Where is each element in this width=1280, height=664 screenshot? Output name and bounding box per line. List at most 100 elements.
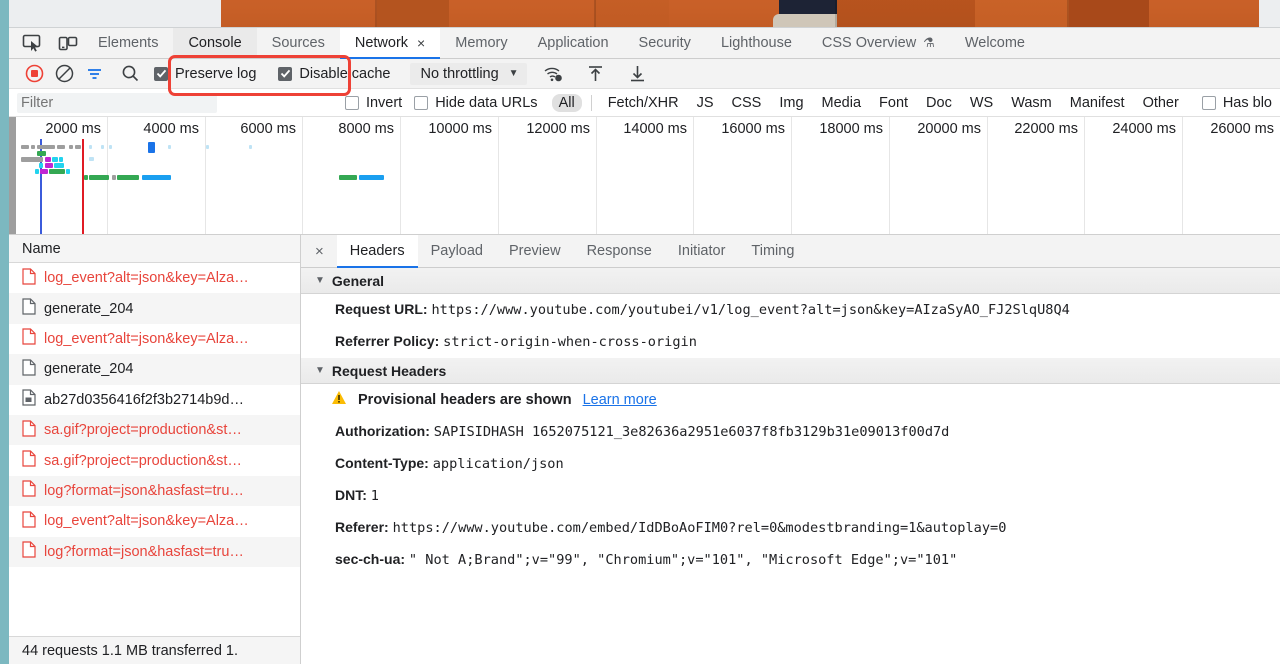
network-toolbar: Preserve log Disable cache No throttling… xyxy=(9,55,1280,96)
tab-security[interactable]: Security xyxy=(624,28,706,58)
request-row[interactable]: generate_204 xyxy=(9,293,300,324)
invert-checkbox[interactable]: Invert xyxy=(344,95,402,111)
timeline-tick-label: 2000 ms xyxy=(45,121,101,137)
timeline-request-bar xyxy=(89,157,94,161)
filter-input[interactable] xyxy=(17,92,217,113)
detail-tab-payload[interactable]: Payload xyxy=(418,235,496,267)
devtools-tab-bar: Elements Console Sources Network × Memory Appl… xyxy=(9,28,1280,59)
timeline-tick-label: 22000 ms xyxy=(1014,121,1078,137)
request-row[interactable]: log_event?alt=json&key=Alza… xyxy=(9,263,300,293)
device-toolbar-icon[interactable] xyxy=(57,32,79,54)
filter-type-doc[interactable]: Doc xyxy=(919,94,959,112)
filter-type-all[interactable]: All xyxy=(551,93,582,112)
timeline-request-bar xyxy=(54,163,64,168)
filter-type-manifest[interactable]: Manifest xyxy=(1063,94,1132,112)
record-button[interactable] xyxy=(19,61,49,87)
inspect-element-icon[interactable] xyxy=(21,32,43,54)
filter-type-img[interactable]: Img xyxy=(772,94,810,112)
search-button[interactable] xyxy=(115,61,145,87)
preserve-log-checkbox[interactable]: Preserve log xyxy=(154,66,256,82)
filter-type-font[interactable]: Font xyxy=(872,94,915,112)
request-row[interactable]: log?format=json&hasfast=tru… xyxy=(9,536,300,567)
invert-check-box[interactable] xyxy=(344,95,359,110)
section-header[interactable]: ▼ Request Headers xyxy=(301,358,1280,384)
header-key: Referrer Policy: xyxy=(335,333,444,349)
has-blocked-check-box[interactable] xyxy=(1201,95,1216,110)
tab-network[interactable]: Network × xyxy=(339,28,441,59)
close-detail-icon[interactable]: × xyxy=(301,235,337,267)
tab-label: Console xyxy=(188,35,242,51)
network-overview-timeline[interactable]: 2000 ms 4000 ms 6000 ms 8000 ms 10000 ms 1200… xyxy=(9,117,1280,235)
clear-button[interactable] xyxy=(49,61,79,87)
request-name: ab27d0356416f2f3b2714b9d… xyxy=(44,391,244,408)
document-icon xyxy=(22,298,36,319)
tab-console[interactable]: Console xyxy=(173,28,257,58)
filter-type-other[interactable]: Other xyxy=(1136,94,1186,112)
tab-memory[interactable]: Memory xyxy=(440,28,522,58)
name-column-header[interactable]: Name xyxy=(9,235,300,263)
learn-more-link[interactable]: Learn more xyxy=(583,392,657,408)
timeline-request-bar xyxy=(117,175,139,180)
request-row[interactable]: sa.gif?project=production&st… xyxy=(9,414,300,446)
filter-type-wasm[interactable]: Wasm xyxy=(1004,94,1059,112)
warning-text: Provisional headers are shown xyxy=(358,392,572,408)
overview-scroll-handle[interactable] xyxy=(9,117,16,234)
hide-data-urls-checkbox[interactable]: Hide data URLs xyxy=(414,95,538,111)
detail-tab-headers[interactable]: Headers xyxy=(336,235,418,268)
document-icon xyxy=(22,480,36,501)
request-row[interactable]: log?format=json&hasfast=tru… xyxy=(9,475,300,507)
timeline-request-bar xyxy=(37,145,55,149)
request-row[interactable]: sa.gif?project=production&st… xyxy=(9,445,300,475)
tab-elements[interactable]: Elements xyxy=(83,28,173,58)
request-detail-pane: × Headers Payload Preview Response Initiator… xyxy=(301,235,1280,664)
section-header[interactable]: ▼ General xyxy=(301,268,1280,294)
detail-tab-preview[interactable]: Preview xyxy=(496,235,574,267)
detail-tab-timing[interactable]: Timing xyxy=(738,235,807,267)
filter-type-ws[interactable]: WS xyxy=(963,94,1000,112)
filter-button[interactable] xyxy=(79,61,109,87)
chevron-down-icon: ▼ xyxy=(315,365,325,376)
throttling-value: No throttling xyxy=(420,65,499,82)
timeline-request-bar xyxy=(109,145,112,149)
header-value: https://www.youtube.com/embed/IdDBoAoFIM… xyxy=(392,520,1007,536)
export-har-icon[interactable] xyxy=(623,61,653,87)
tab-application[interactable]: Application xyxy=(523,28,624,58)
request-row[interactable]: ab27d0356416f2f3b2714b9d… xyxy=(9,385,300,415)
detail-tab-response[interactable]: Response xyxy=(574,235,665,267)
detail-tab-initiator[interactable]: Initiator xyxy=(665,235,739,267)
throttling-dropdown[interactable]: No throttling ▼ xyxy=(410,62,527,85)
timeline-request-bar xyxy=(49,169,65,174)
tab-sources[interactable]: Sources xyxy=(257,28,340,58)
import-har-icon[interactable] xyxy=(581,61,611,87)
filter-type-media[interactable]: Media xyxy=(815,94,869,112)
timeline-request-bar xyxy=(206,145,209,149)
request-row[interactable]: log_event?alt=json&key=Alza… xyxy=(9,324,300,354)
tab-lighthouse[interactable]: Lighthouse xyxy=(706,28,807,58)
header-key: Referer: xyxy=(335,519,393,535)
tab-css-overview[interactable]: CSS Overview ⚗ xyxy=(807,28,950,58)
timeline-request-bar xyxy=(59,157,63,162)
disable-cache-checkbox[interactable]: Disable cache xyxy=(278,66,390,82)
detail-tab-bar: × Headers Payload Preview Response Initiator… xyxy=(301,235,1280,268)
filter-separator xyxy=(590,94,592,111)
filter-type-css[interactable]: CSS xyxy=(725,94,769,112)
filter-type-js[interactable]: JS xyxy=(690,94,721,112)
tab-label: Elements xyxy=(98,35,159,51)
request-list[interactable]: log_event?alt=json&key=Alza… generate_204… xyxy=(9,263,300,636)
request-row[interactable]: log_event?alt=json&key=Alza… xyxy=(9,506,300,536)
timeline-request-bar xyxy=(142,175,171,180)
close-icon[interactable]: × xyxy=(417,35,425,51)
tab-label: Application xyxy=(537,35,609,51)
disable-cache-check-box[interactable] xyxy=(278,66,293,81)
hide-data-urls-check-box[interactable] xyxy=(414,95,429,110)
tab-label: Welcome xyxy=(964,35,1025,51)
has-blocked-cookies-checkbox[interactable]: Has blo xyxy=(1201,95,1272,111)
tab-welcome[interactable]: Welcome xyxy=(950,28,1040,58)
timeline-gridline xyxy=(400,117,401,234)
preserve-log-check-box[interactable] xyxy=(154,66,168,81)
filter-type-fetch-xhr[interactable]: Fetch/XHR xyxy=(601,94,686,112)
viewport-left-edge xyxy=(0,0,9,664)
request-row[interactable]: generate_204 xyxy=(9,354,300,385)
document-icon xyxy=(22,359,36,380)
network-conditions-icon[interactable] xyxy=(539,61,569,87)
